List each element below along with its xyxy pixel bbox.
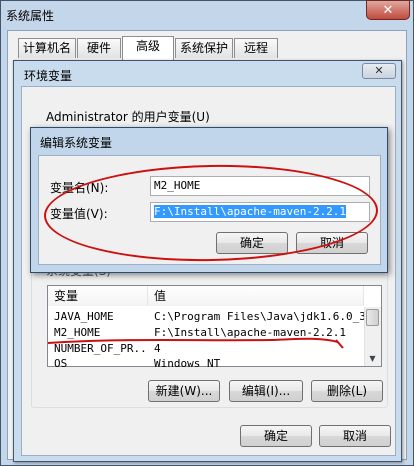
ok-button[interactable]: 确定 xyxy=(240,425,312,447)
close-icon[interactable]: ✕ xyxy=(362,63,396,79)
edit-dialog-title: 编辑系统变量 xyxy=(40,136,113,150)
system-properties-title: 系统属性 xyxy=(6,9,55,23)
user-variables-label: Administrator 的用户变量(U) xyxy=(46,110,210,124)
table-row-value[interactable]: 4 xyxy=(154,341,364,357)
table-row-value[interactable]: F:\Install\apache-maven-2.2.1 xyxy=(154,325,364,341)
tab-advanced[interactable]: 高级 xyxy=(122,36,174,60)
tab-computer-name[interactable]: 计算机名 xyxy=(18,38,76,58)
table-row-value[interactable]: Windows_NT xyxy=(154,357,364,367)
table-row-name[interactable]: JAVA_HOME xyxy=(54,309,148,325)
cancel-button[interactable]: 取消 xyxy=(319,425,391,447)
column-header-variable[interactable]: 变量 xyxy=(48,286,148,306)
scroll-thumb[interactable] xyxy=(366,309,379,326)
delete-button[interactable]: 删除(L) xyxy=(311,380,383,402)
edit-button[interactable]: 编辑(I)... xyxy=(229,380,303,402)
table-row-name[interactable]: NUMBER_OF_PR... xyxy=(54,341,148,357)
column-header-value[interactable]: 值 xyxy=(148,286,364,306)
tab-hardware[interactable]: 硬件 xyxy=(77,38,121,58)
environment-variables-title: 环境变量 xyxy=(24,69,73,83)
scroll-down-icon[interactable]: ▼ xyxy=(365,351,380,366)
table-row-name[interactable]: OS xyxy=(54,357,148,367)
table-row-name[interactable]: M2_HOME xyxy=(54,325,148,341)
close-icon[interactable]: ✕ xyxy=(366,0,410,20)
tab-remote[interactable]: 远程 xyxy=(234,38,278,58)
table-row-value[interactable]: C:\Program Files\Java\jdk1.6.0_37 xyxy=(154,309,364,325)
new-button[interactable]: 新建(W)... xyxy=(148,380,220,402)
tab-system-protection[interactable]: 系统保护 xyxy=(175,38,233,58)
